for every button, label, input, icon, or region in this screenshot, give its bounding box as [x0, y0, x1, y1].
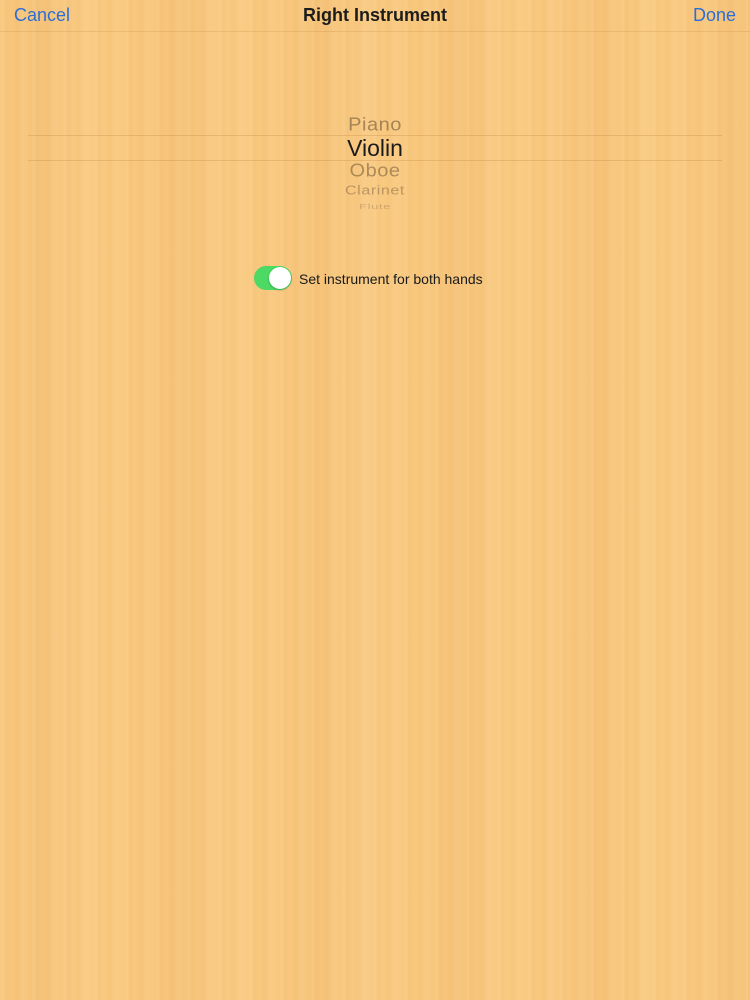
- instrument-picker[interactable]: Piano Violin Oboe Clarinet Flute: [28, 108, 722, 214]
- switch-knob: [269, 267, 291, 289]
- picker-item-oboe[interactable]: Oboe: [28, 161, 722, 182]
- picker-item-piano[interactable]: Piano: [28, 115, 722, 136]
- picker-item-violin-selected[interactable]: Violin: [28, 135, 722, 162]
- both-hands-label: Set instrument for both hands: [299, 271, 483, 287]
- both-hands-switch[interactable]: [254, 266, 292, 290]
- picker-item-clarinet[interactable]: Clarinet: [28, 184, 722, 199]
- navigation-bar: Cancel Right Instrument Done: [0, 0, 750, 32]
- page-title: Right Instrument: [303, 5, 447, 25]
- picker-item-flute[interactable]: Flute: [28, 202, 722, 210]
- done-button[interactable]: Done: [693, 4, 736, 26]
